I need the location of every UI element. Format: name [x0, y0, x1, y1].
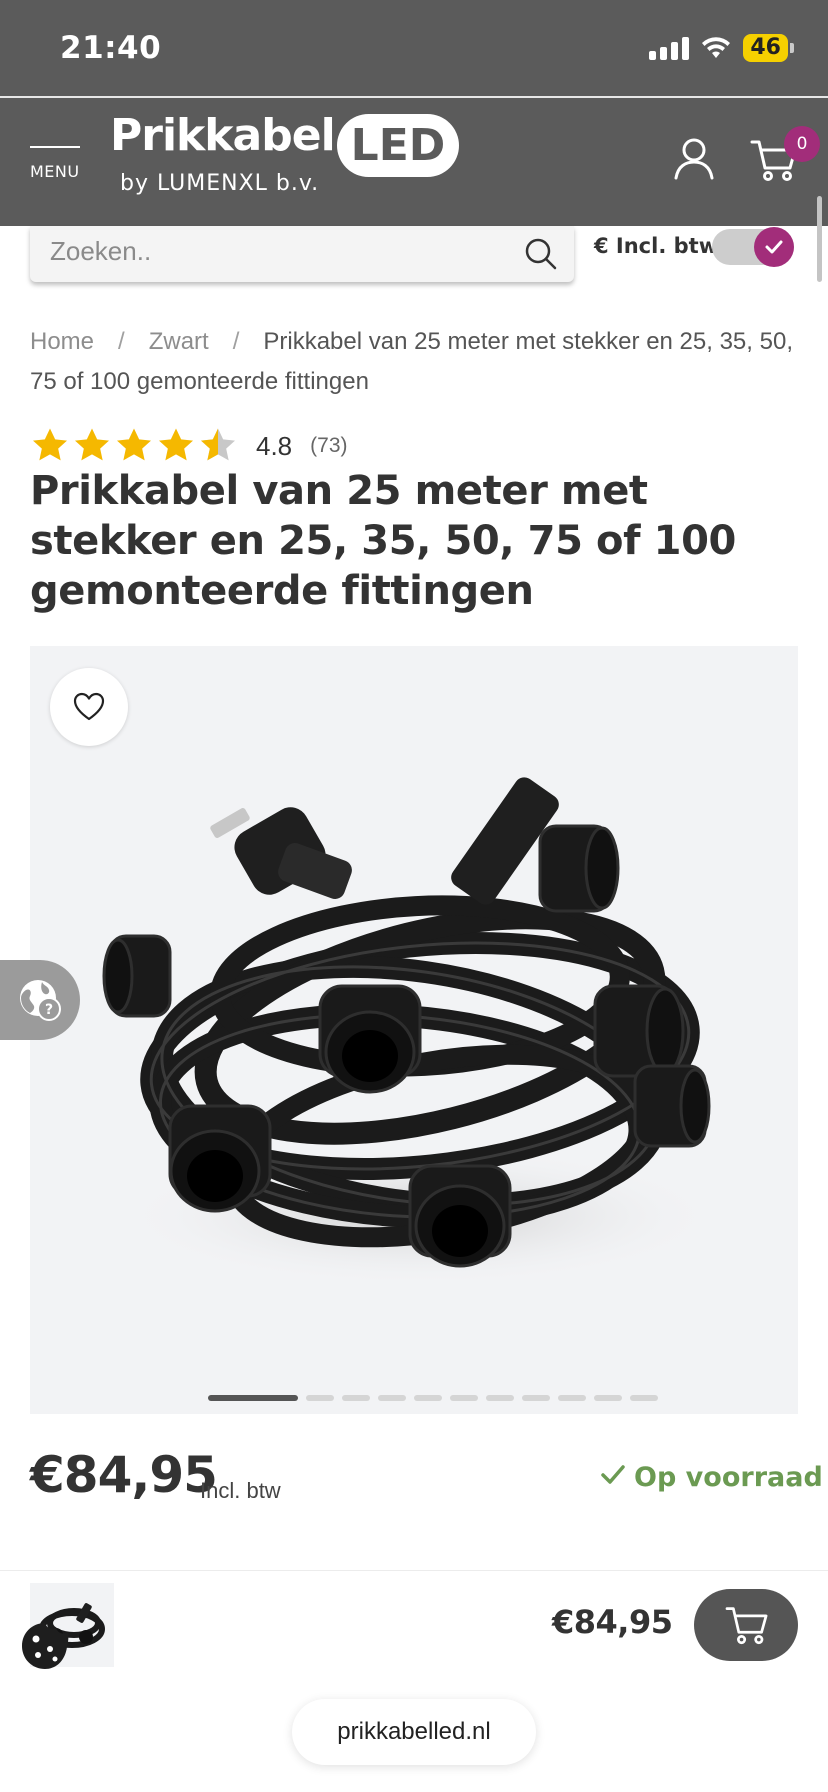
breadcrumb-current: Prikkabel van 25 meter met stekker en 25…	[30, 328, 793, 395]
vat-toggle-label: € Incl. btw	[594, 234, 719, 258]
stock-status: Op voorraad	[600, 1462, 823, 1493]
check-icon	[765, 240, 783, 254]
menu-button[interactable]: MENU	[30, 146, 80, 181]
svg-text:?: ?	[45, 1002, 53, 1018]
vat-toggle-knob	[754, 227, 794, 267]
vat-toggle[interactable]	[712, 227, 794, 267]
status-time: 21:40	[60, 30, 162, 66]
gallery-dot[interactable]	[522, 1395, 550, 1401]
favorite-button[interactable]	[50, 668, 128, 746]
cellular-signal-icon	[649, 36, 690, 60]
logo-badge: LED	[336, 114, 460, 177]
search-box	[30, 226, 574, 282]
product-gallery[interactable]	[30, 646, 798, 1414]
cart-icon	[725, 1607, 768, 1645]
gallery-dot[interactable]	[306, 1395, 334, 1401]
breadcrumb-separator: /	[118, 328, 125, 355]
rating-value: 4.8	[256, 430, 293, 461]
breadcrumb-separator: /	[232, 328, 240, 355]
gallery-pagination	[208, 1395, 658, 1401]
gallery-dot[interactable]	[558, 1395, 586, 1401]
hamburger-icon	[30, 146, 80, 148]
gallery-dot[interactable]	[414, 1395, 442, 1401]
account-icon[interactable]	[672, 136, 716, 180]
product-price: €84,95	[30, 1446, 218, 1504]
sticky-price: €84,95	[552, 1603, 673, 1641]
breadcrumb-zwart[interactable]: Zwart	[149, 328, 209, 355]
battery-level: 46	[743, 34, 788, 62]
scrollbar-thumb[interactable]	[817, 196, 822, 282]
check-icon	[601, 1465, 625, 1484]
wifi-icon	[702, 37, 731, 58]
breadcrumb: Home / Zwart / Prikkabel van 25 meter met st…	[30, 322, 810, 402]
status-bar: 21:40 46	[0, 0, 828, 96]
search-row: € Incl. btw	[0, 226, 828, 302]
gallery-dot[interactable]	[378, 1395, 406, 1401]
review-count: (73)	[310, 434, 348, 457]
product-title: Prikkabel van 25 meter met stekker en 25…	[30, 468, 736, 614]
language-help-button[interactable]: ?	[0, 960, 80, 1040]
search-icon[interactable]	[524, 237, 558, 271]
globe-help-icon: ?	[20, 980, 61, 1021]
logo-word: Prikkabel	[110, 110, 336, 161]
stock-label: Op voorraad	[634, 1462, 823, 1493]
product-image	[102, 777, 720, 1286]
browser-url-bar[interactable]: prikkabelled.nl	[292, 1699, 536, 1765]
gallery-dot[interactable]	[630, 1395, 658, 1401]
half-star-icon	[201, 428, 235, 461]
menu-label: MENU	[30, 162, 80, 181]
gallery-dot-active[interactable]	[208, 1395, 298, 1401]
site-header: MENU Prikkabel LED by LUMENXL b.v. 0	[0, 98, 828, 226]
battery-icon: 46	[743, 34, 794, 62]
heart-icon	[73, 692, 105, 721]
gallery-dot[interactable]	[450, 1395, 478, 1401]
gallery-dot[interactable]	[486, 1395, 514, 1401]
search-input[interactable]	[50, 236, 510, 267]
price-vat-note: Incl. btw	[200, 1478, 281, 1503]
rating-row[interactable]: 4.8 (73)	[30, 424, 348, 468]
site-logo[interactable]: Prikkabel LED by LUMENXL b.v.	[110, 110, 460, 196]
add-to-cart-button[interactable]	[694, 1589, 798, 1661]
status-icons: 46	[649, 34, 794, 62]
star-icon	[33, 428, 67, 461]
sticky-cart-bar: €84,95 prikkabelled.nl	[0, 1570, 828, 1792]
breadcrumb-home[interactable]: Home	[30, 328, 94, 355]
star-icon	[117, 428, 151, 461]
star-icon	[159, 428, 193, 461]
cart-count-badge: 0	[784, 126, 820, 162]
gallery-dot[interactable]	[594, 1395, 622, 1401]
gallery-dot[interactable]	[342, 1395, 370, 1401]
cookie-icon[interactable]	[20, 1621, 70, 1671]
star-icon	[75, 428, 109, 461]
